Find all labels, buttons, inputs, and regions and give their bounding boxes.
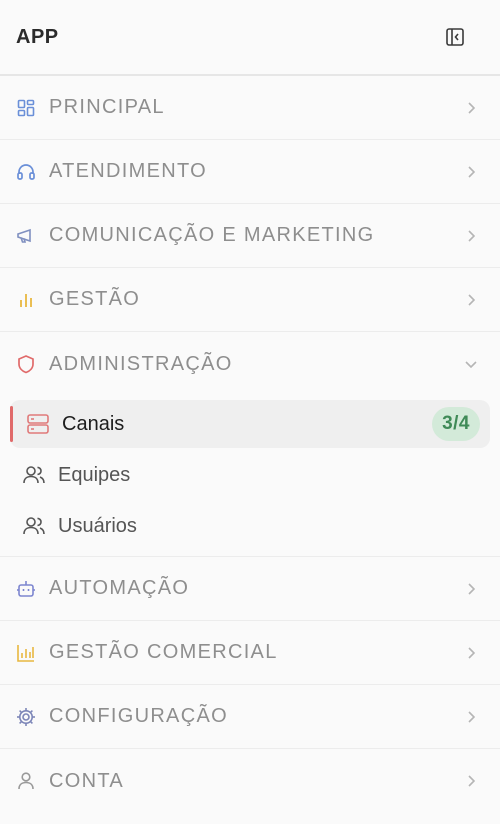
nav-section-label: ADMINISTRAÇÃO (49, 352, 233, 375)
nav-section-label: ATENDIMENTO (49, 160, 208, 182)
shield-icon (16, 354, 36, 374)
chevron-right-icon (464, 165, 478, 179)
nav-section-automacao[interactable]: AUTOMAÇÃO (0, 557, 500, 621)
nav-section-configuracao[interactable]: CONFIGURAÇÃO (0, 685, 500, 749)
server-icon (26, 412, 50, 436)
chevron-right-icon (464, 101, 478, 115)
nav-section-label: GESTÃO COMERCIAL (49, 641, 278, 663)
nav-section-administracao[interactable]: ADMINISTRAÇÃO (0, 332, 500, 396)
sidebar-item-canais[interactable]: Canais 3/4 (10, 400, 490, 448)
chevron-right-icon (464, 293, 478, 307)
sidebar-item-usuarios[interactable]: Usuários (10, 502, 490, 550)
nav-section-gestao-comercial[interactable]: GESTÃO COMERCIAL (0, 621, 500, 685)
users-icon (22, 514, 46, 538)
sidebar-item-label: Usuários (58, 514, 137, 537)
chevron-right-icon (464, 582, 478, 596)
sidebar-collapse-icon[interactable] (444, 26, 466, 48)
chart-icon (16, 643, 36, 663)
headset-icon (16, 162, 36, 182)
nav-section-gestao[interactable]: GESTÃO (0, 268, 500, 332)
nav-section-principal[interactable]: PRINCIPAL (0, 76, 500, 140)
nav-section-label: PRINCIPAL (49, 96, 165, 118)
sidebar-header: APP (0, 0, 500, 76)
chevron-right-icon (464, 229, 478, 243)
chevron-right-icon (464, 710, 478, 724)
nav-section-label: CONFIGURAÇÃO (49, 705, 228, 727)
nav-section-label: COMUNICAÇÃO E MARKETING (49, 224, 375, 246)
nav-section-label: AUTOMAÇÃO (49, 577, 190, 599)
admin-submenu: Canais 3/4 Equipes Usuários (0, 400, 500, 557)
sidebar-item-equipes[interactable]: Equipes (10, 451, 490, 499)
nav-section-comunicacao[interactable]: COMUNICAÇÃO E MARKETING (0, 204, 500, 268)
chevron-right-icon (464, 774, 478, 788)
bar-chart-icon (16, 290, 36, 310)
users-icon (22, 463, 46, 487)
sidebar-item-label: Canais (62, 412, 125, 435)
nav-section-label: GESTÃO (49, 288, 141, 310)
nav-section-conta[interactable]: CONTA (0, 749, 500, 813)
nav-section-label: CONTA (49, 769, 125, 792)
user-icon (16, 771, 36, 791)
megaphone-icon (16, 226, 36, 246)
grid-icon (16, 98, 36, 118)
app-title: APP (16, 25, 59, 48)
robot-icon (16, 579, 36, 599)
chevron-right-icon (464, 646, 478, 660)
chevron-down-icon (464, 357, 478, 371)
gear-icon (16, 707, 36, 727)
channel-count-badge: 3/4 (432, 407, 480, 441)
sidebar-item-label: Equipes (58, 463, 131, 486)
nav-section-atendimento[interactable]: ATENDIMENTO (0, 140, 500, 204)
